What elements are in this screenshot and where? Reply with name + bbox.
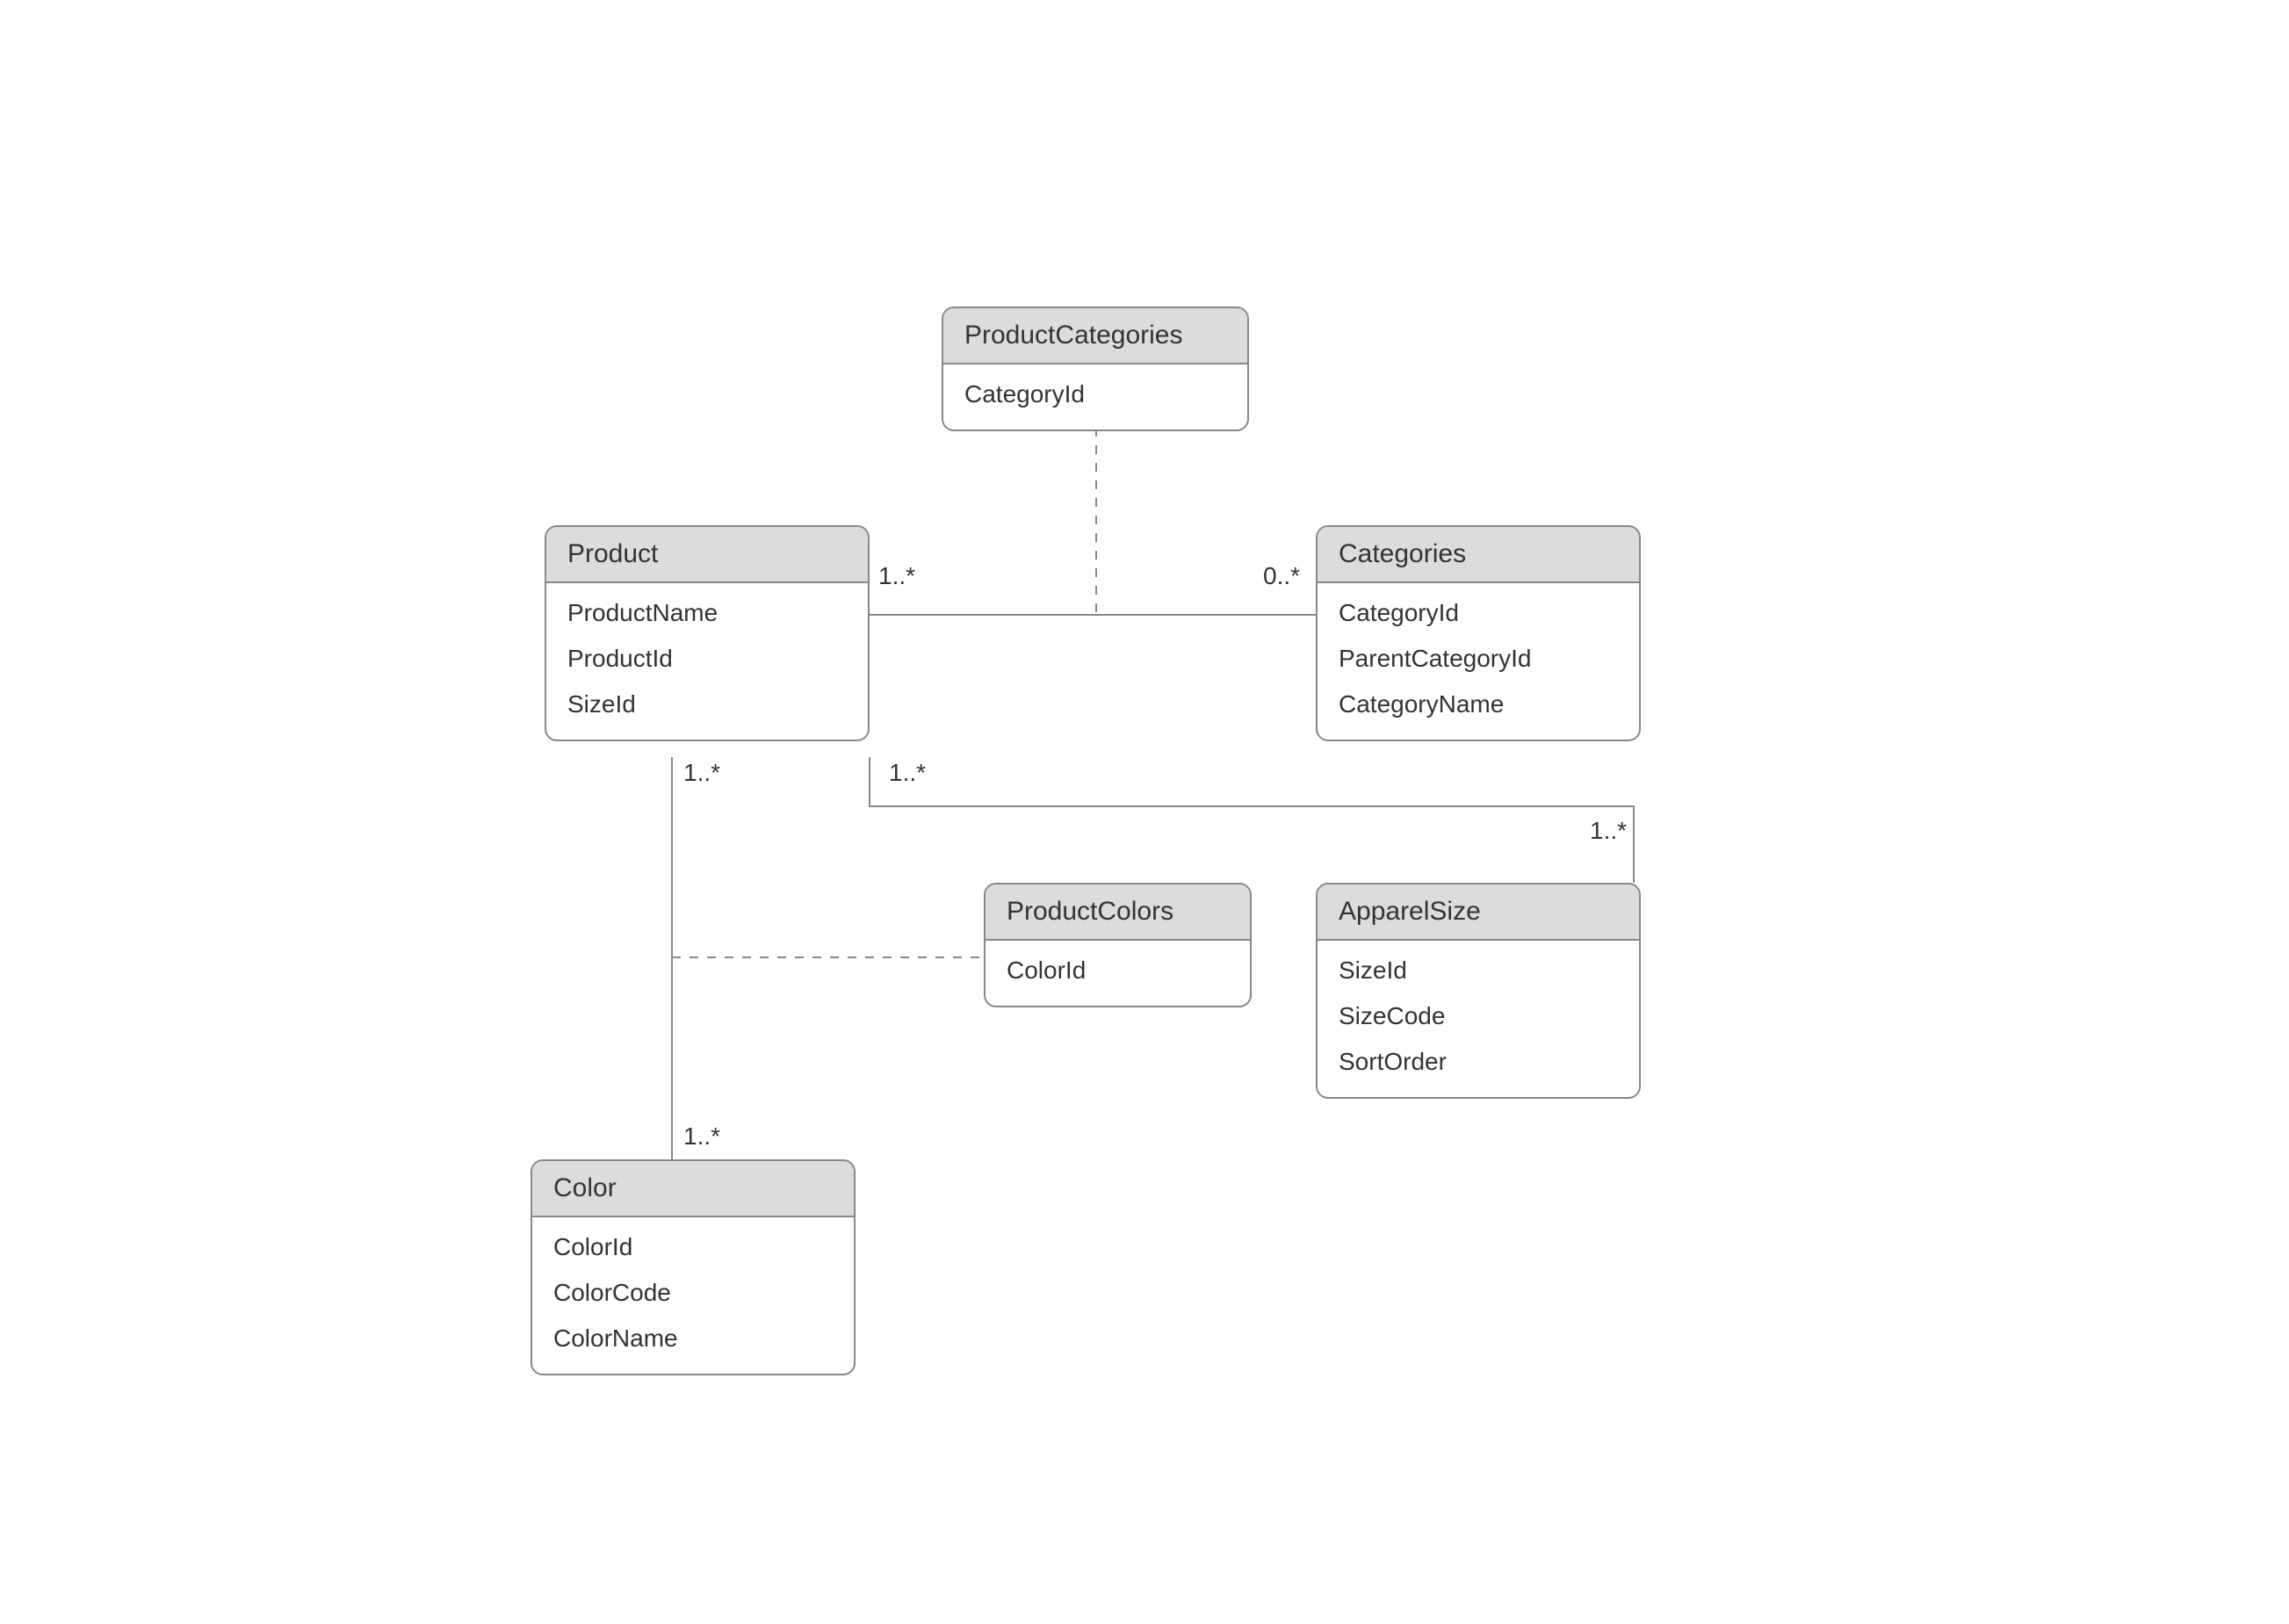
attribute: ProductName	[567, 590, 847, 636]
attribute: CategoryId	[964, 372, 1226, 417]
multiplicity: 0..*	[1263, 562, 1300, 590]
entity-categories: Categories CategoryId ParentCategoryId C…	[1316, 525, 1641, 741]
attribute: SortOrder	[1339, 1039, 1618, 1085]
multiplicity: 1..*	[889, 759, 926, 787]
entity-attributes: SizeId SizeCode SortOrder	[1318, 941, 1639, 1097]
diagram-canvas: ProductCategories CategoryId Product Pro…	[0, 0, 2289, 1624]
entity-title: ProductCategories	[943, 308, 1247, 364]
entity-title: ApparelSize	[1318, 884, 1639, 941]
entity-color: Color ColorId ColorCode ColorName	[531, 1159, 856, 1375]
entity-attributes: CategoryId	[943, 364, 1247, 429]
attribute: CategoryId	[1339, 590, 1618, 636]
connector-layer	[0, 0, 2289, 1624]
attribute: ColorId	[1007, 948, 1229, 993]
entity-attributes: CategoryId ParentCategoryId CategoryName	[1318, 583, 1639, 740]
attribute: ColorCode	[553, 1270, 833, 1316]
attribute: ParentCategoryId	[1339, 636, 1618, 682]
entity-title: ProductColors	[986, 884, 1250, 941]
attribute: ProductId	[567, 636, 847, 682]
attribute: SizeId	[567, 682, 847, 727]
entity-attributes: ProductName ProductId SizeId	[546, 583, 868, 740]
entity-attributes: ColorId ColorCode ColorName	[532, 1217, 854, 1374]
entity-product-categories: ProductCategories CategoryId	[942, 307, 1249, 431]
attribute: SizeCode	[1339, 993, 1618, 1039]
multiplicity: 1..*	[1590, 817, 1627, 845]
entity-title: Categories	[1318, 527, 1639, 583]
attribute: CategoryName	[1339, 682, 1618, 727]
multiplicity: 1..*	[878, 562, 915, 590]
attribute: ColorId	[553, 1224, 833, 1270]
entity-attributes: ColorId	[986, 941, 1250, 1006]
entity-product: Product ProductName ProductId SizeId	[545, 525, 870, 741]
multiplicity: 1..*	[683, 759, 720, 787]
entity-product-colors: ProductColors ColorId	[984, 883, 1252, 1007]
entity-title: Color	[532, 1161, 854, 1217]
attribute: SizeId	[1339, 948, 1618, 993]
multiplicity: 1..*	[683, 1122, 720, 1151]
attribute: ColorName	[553, 1316, 833, 1361]
entity-title: Product	[546, 527, 868, 583]
entity-apparel-size: ApparelSize SizeId SizeCode SortOrder	[1316, 883, 1641, 1099]
